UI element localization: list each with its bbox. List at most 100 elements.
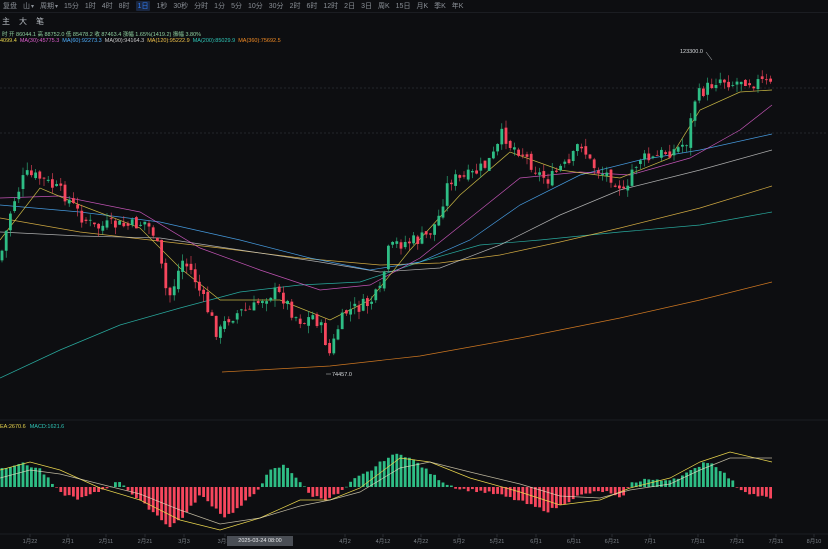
candle-body (756, 79, 760, 90)
moving-average-line (0, 133, 773, 271)
macd-bar (357, 475, 361, 487)
candle-body (630, 169, 634, 186)
macd-bar (651, 479, 655, 487)
candles (0, 70, 772, 356)
candle-body (517, 149, 520, 156)
macd-bar (114, 482, 117, 487)
macd-bar (685, 472, 688, 487)
candle-body (13, 201, 16, 212)
candle-body (525, 154, 529, 157)
candle-body (508, 140, 512, 148)
macd-bar (256, 487, 260, 490)
x-tick-label: 1月22 (23, 538, 38, 545)
candle-body (450, 182, 453, 185)
draw-icon[interactable]: 笔 (36, 16, 44, 27)
candle-body (172, 286, 176, 296)
candle-body (534, 172, 537, 174)
macd-bar (664, 480, 667, 487)
macd-bar (420, 467, 424, 487)
candle-body (622, 186, 625, 189)
macd-bar (235, 487, 239, 509)
candle-body (88, 219, 92, 221)
macd-bar (584, 487, 588, 494)
macd-bar (303, 486, 306, 487)
macd-bar (130, 487, 134, 495)
candle-body (613, 185, 617, 187)
candle-body (303, 323, 306, 325)
indicator-icon[interactable]: 主 (2, 16, 10, 27)
macd-bar (702, 462, 705, 487)
macd-bar (206, 487, 210, 502)
candle-body (353, 303, 357, 307)
candle-body (324, 322, 327, 346)
macd-bar (693, 468, 697, 487)
candle-body (336, 329, 340, 340)
macd-bar (462, 487, 466, 489)
candle-body (731, 85, 735, 86)
candle-body (231, 321, 235, 323)
candle-body (17, 191, 21, 200)
candle-body (332, 338, 336, 354)
macd-bar (366, 471, 369, 487)
macd-bar (492, 487, 495, 495)
candle-body (462, 175, 466, 177)
macd-bar (118, 482, 121, 487)
crosshair-time-label: 2025-03-24 08:00 (227, 536, 293, 546)
candle-body (185, 263, 189, 267)
macd-bar (689, 470, 693, 487)
candle-body (651, 156, 655, 158)
candle-body (156, 237, 159, 242)
zoom-icon[interactable]: 大 (19, 16, 27, 27)
macd-bar (391, 454, 394, 487)
macd-dif-line (0, 451, 773, 531)
macd-bar (340, 487, 344, 490)
candle-body (42, 177, 46, 179)
candle-body (361, 298, 365, 311)
candle-body (399, 242, 403, 249)
macd-bar (555, 487, 558, 509)
candle-body (164, 262, 168, 289)
macd-bar (105, 487, 109, 489)
macd-bar (483, 487, 487, 493)
candle-body (765, 79, 768, 81)
candle-body (193, 269, 197, 283)
moving-average-line (0, 149, 773, 273)
candle-body (135, 217, 138, 229)
macd-bar (298, 482, 302, 487)
candle-body (693, 101, 697, 121)
candle-body (769, 78, 772, 82)
macd-bar (227, 487, 231, 514)
macd-bar (93, 487, 96, 492)
candle-body (248, 308, 252, 310)
candle-body (261, 301, 264, 304)
macd-bar (412, 459, 415, 487)
candle-body (668, 151, 672, 158)
candlestick-chart[interactable]: 123300.074457.0 1月22 2月1 2月11 2月21 3月3 3月13 4月… (0, 0, 828, 549)
candle-body (126, 223, 130, 226)
macd-bar (67, 487, 71, 496)
candle-body (563, 161, 567, 164)
macd-bar (563, 487, 567, 505)
candle-body (252, 302, 256, 311)
candle-body (559, 165, 562, 171)
macd-bar (601, 487, 604, 493)
macd-bar (630, 482, 634, 487)
candle-body (67, 199, 71, 204)
candle-body (345, 310, 348, 314)
macd-bar (240, 487, 243, 506)
macd-bar (282, 464, 285, 487)
candle-body (542, 171, 546, 178)
macd-bar (177, 487, 180, 521)
candle-body (454, 174, 457, 186)
candle-body (445, 183, 449, 206)
macd-bar (760, 487, 764, 496)
candle-body (382, 271, 386, 289)
macd-bar (445, 484, 449, 487)
candle-body (580, 146, 583, 149)
candle-body (181, 260, 184, 272)
candle-body (500, 128, 504, 145)
macd-bar (51, 483, 54, 487)
macd-bar (261, 483, 264, 487)
macd-bar (168, 487, 172, 528)
candle-body (63, 184, 67, 202)
